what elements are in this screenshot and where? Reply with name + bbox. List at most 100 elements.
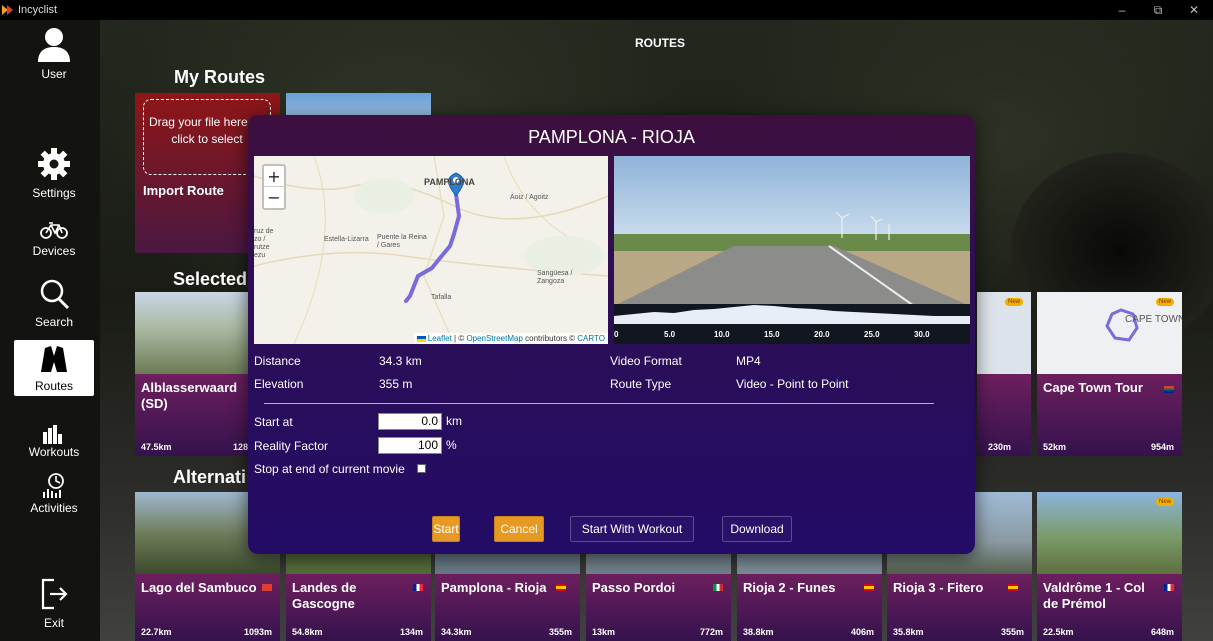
sidebar-item-search[interactable]: Search xyxy=(14,278,94,329)
route-card-info: Valdrôme 1 - Col de Prémol 22.5km 648m xyxy=(1037,574,1182,641)
map-place-label: Aoiz / Agoitz xyxy=(510,194,549,201)
sidebar-item-settings[interactable]: Settings xyxy=(14,147,94,200)
cancel-button[interactable]: Cancel xyxy=(494,516,544,542)
video-frame xyxy=(614,156,970,344)
map-place-label: ruz de zo / rutze ezu xyxy=(254,228,274,259)
sidebar: User Settings Devices Search Routes Work… xyxy=(0,20,100,641)
video-format-label: Video Format xyxy=(610,354,682,368)
new-badge: New xyxy=(1155,498,1174,506)
new-badge: New xyxy=(1155,298,1174,306)
start-at-input[interactable]: 0.0 xyxy=(378,413,442,430)
route-card[interactable]: New Valdrôme 1 - Col de Prémol 22.5km 64… xyxy=(1037,492,1182,641)
divider xyxy=(264,403,934,404)
route-card-title: Pamplona - Rioja xyxy=(441,580,547,595)
workouts-icon xyxy=(43,425,62,444)
route-distance: 35.8km xyxy=(893,627,924,637)
distance-label: Distance xyxy=(254,354,301,368)
map-zoom-control: + − xyxy=(262,164,286,210)
sidebar-item-workouts[interactable]: Workouts xyxy=(14,424,94,459)
bicycle-icon xyxy=(40,222,68,239)
zoom-in-button[interactable]: + xyxy=(264,166,284,187)
map-place-label: Sangüesa / Zangoza xyxy=(537,270,573,285)
profile-tick-label: 15.0 xyxy=(764,330,780,339)
section-title-alternatives: Alternati xyxy=(173,467,247,487)
minimize-button[interactable]: – xyxy=(1104,0,1140,20)
download-button[interactable]: Download xyxy=(722,516,792,542)
route-elevation: 355m xyxy=(548,627,572,637)
sidebar-item-label: Routes xyxy=(34,379,74,393)
route-elevation: 954m xyxy=(1150,442,1174,452)
route-card[interactable]: New 230m xyxy=(977,292,1031,456)
sidebar-item-devices[interactable]: Devices xyxy=(14,221,94,258)
sidebar-item-label: Exit xyxy=(43,616,64,630)
route-card-info: Landes de Gascogne 54.8km 134m xyxy=(286,574,431,641)
route-card-title: Rioja 3 - Fitero xyxy=(893,580,984,595)
route-card-title: Passo Pordoi xyxy=(592,580,676,595)
sidebar-item-user[interactable]: User xyxy=(14,26,94,81)
distance-value: 34.3 km xyxy=(379,354,422,368)
route-distance: 38.8km xyxy=(743,627,774,637)
route-card-info: Rioja 3 - Fitero 35.8km 355m xyxy=(887,574,1032,641)
route-distance: 34.3km xyxy=(441,627,472,637)
start-with-workout-button[interactable]: Start With Workout xyxy=(570,516,694,542)
import-route-label: Import Route xyxy=(143,183,224,198)
sidebar-item-label: Activities xyxy=(30,501,78,515)
attribution-text: | © xyxy=(451,334,467,343)
map-place-label: PAMPLONA xyxy=(424,177,475,187)
sidebar-item-exit[interactable]: Exit xyxy=(14,577,94,630)
profile-tick-label: 0 xyxy=(614,330,619,339)
reality-factor-input[interactable]: 100 xyxy=(378,437,442,454)
start-at-unit: km xyxy=(446,414,462,428)
title-bar: Incyclist – ⧉ ✕ xyxy=(0,0,1213,20)
leaflet-link[interactable]: Leaflet xyxy=(428,334,452,343)
ukraine-flag-icon xyxy=(416,335,426,342)
route-card-info: Passo Pordoi 13km 772m xyxy=(586,574,731,641)
map-attribution: Leaflet | © OpenStreetMap contributors ©… xyxy=(413,333,608,344)
map-thumbnail-label: CAPE TOWN xyxy=(1125,314,1182,325)
profile-tick-label: 20.0 xyxy=(814,330,830,339)
carto-link[interactable]: CARTO xyxy=(577,334,605,343)
elevation-label: Elevation xyxy=(254,377,304,391)
route-card[interactable]: CAPE TOWN New Cape Town Tour 52km 954m xyxy=(1037,292,1182,456)
route-card-title: Lago del Sambuco xyxy=(141,580,257,595)
route-distance: 13km xyxy=(592,627,616,637)
sidebar-item-routes[interactable]: Routes xyxy=(14,340,94,396)
route-card-title: Landes de Gascogne xyxy=(292,580,357,611)
close-button[interactable]: ✕ xyxy=(1176,0,1212,20)
start-button[interactable]: Start xyxy=(432,516,460,542)
gear-icon xyxy=(38,148,70,180)
user-icon xyxy=(38,28,70,62)
new-badge: New xyxy=(1004,298,1023,306)
elevation-value: 355 m xyxy=(379,377,413,391)
flag-fr-icon xyxy=(413,584,423,591)
route-elevation: 355m xyxy=(1000,627,1024,637)
route-card-title: Cape Town Tour xyxy=(1043,380,1143,395)
zoom-out-button[interactable]: − xyxy=(264,187,284,208)
sidebar-item-label: Workouts xyxy=(28,445,80,459)
route-elevation: 648m xyxy=(1150,627,1174,637)
video-preview[interactable]: 0 5.0 10.0 15.0 20.0 25.0 30.0 xyxy=(614,156,970,344)
route-distance: 47.5km xyxy=(141,442,172,452)
profile-tick-label: 25.0 xyxy=(864,330,880,339)
sidebar-item-label: User xyxy=(41,67,67,81)
route-distance: 54.8km xyxy=(292,627,323,637)
route-card-title: Rioja 2 - Funes xyxy=(743,580,836,595)
stop-at-end-checkbox[interactable] xyxy=(417,464,426,473)
sidebar-item-activities[interactable]: Activities xyxy=(14,472,94,515)
osm-link[interactable]: OpenStreetMap xyxy=(466,334,522,343)
route-card-info: Lago del Sambuco 22.7km 1093m xyxy=(135,574,280,641)
route-map[interactable]: PAMPLONA Aoiz / Agoitz Estella-Lizarra P… xyxy=(254,156,608,344)
sidebar-item-label: Devices xyxy=(32,244,76,258)
profile-tick-label: 10.0 xyxy=(714,330,730,339)
route-elevation: 128 xyxy=(233,442,249,452)
route-distance: 22.7km xyxy=(141,627,172,637)
flag-es-icon xyxy=(1008,584,1018,591)
flag-ch-icon xyxy=(262,584,272,591)
reality-factor-label: Reality Factor xyxy=(254,439,329,453)
flag-es-icon xyxy=(864,584,874,591)
route-card-title: Valdrôme 1 - Col de Prémol xyxy=(1043,580,1145,611)
maximize-button[interactable]: ⧉ xyxy=(1140,0,1176,20)
window-title: Incyclist xyxy=(18,4,58,16)
route-elevation: 406m xyxy=(850,627,874,637)
route-distance: 22.5km xyxy=(1043,627,1074,637)
